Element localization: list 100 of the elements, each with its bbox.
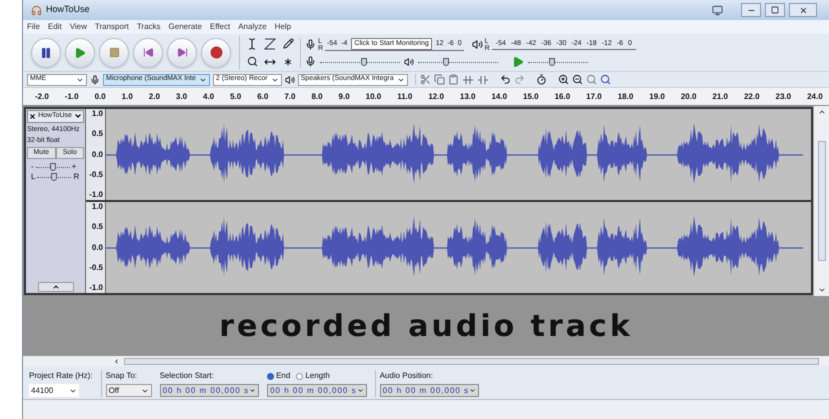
record-button[interactable]	[201, 38, 231, 68]
overlay-caption: recorded audio track	[219, 308, 633, 346]
paste-icon[interactable]	[448, 74, 459, 85]
undo-icon[interactable]	[500, 74, 511, 85]
scale-label: -1.0	[89, 284, 103, 292]
ruler-label: 0.0	[94, 90, 106, 102]
play-button[interactable]	[65, 38, 95, 68]
ruler-label: 18.0	[618, 90, 634, 102]
snap-to-dropdown[interactable]: Off	[106, 384, 152, 397]
menu-item[interactable]: Tracks	[136, 21, 161, 33]
ruler-label: 8.0	[311, 90, 323, 102]
microphone-icon[interactable]	[305, 39, 316, 50]
ruler-label: 13.0	[460, 90, 476, 102]
ruler-label: 20.0	[680, 90, 696, 102]
ruler-label: 17.0	[586, 90, 602, 102]
project-rate-dropdown[interactable]: 44100	[29, 384, 79, 397]
copy-icon[interactable]	[434, 74, 445, 85]
scale-label: -0.5	[89, 170, 103, 179]
fit-selection-icon[interactable]	[586, 74, 597, 85]
ruler-label: 9.0	[338, 90, 350, 102]
play-icon	[74, 46, 86, 58]
menu-item[interactable]: View	[70, 21, 87, 33]
pencil-icon	[282, 38, 294, 49]
stop-button[interactable]	[99, 38, 129, 68]
menu-item[interactable]: Help	[274, 21, 292, 33]
maximize-button[interactable]	[765, 3, 785, 17]
timer-icon[interactable]	[536, 74, 547, 85]
ruler-label: -1.0	[64, 90, 79, 102]
ruler-label: 10.0	[366, 90, 382, 102]
ruler-label: 15.0	[523, 90, 539, 102]
skip-start-button[interactable]	[133, 38, 163, 68]
zoom-in-icon[interactable]	[558, 74, 569, 85]
maximize-icon	[771, 6, 779, 14]
menu-item[interactable]: Effect	[210, 21, 230, 33]
caret-icon	[249, 387, 256, 394]
menu-item[interactable]: Transport	[94, 21, 129, 33]
time-value: 00 h 00 m 00,000 s	[162, 384, 250, 396]
time-field[interactable]: 00 h 00 m 00,000 s	[380, 384, 480, 397]
ruler-label: 2.0	[148, 90, 160, 102]
scissors-icon[interactable]	[420, 74, 431, 85]
menu-item[interactable]: Edit	[48, 21, 62, 33]
envelope-icon	[264, 38, 276, 50]
fit-project-icon[interactable]	[600, 74, 611, 85]
recording-volume-slider[interactable]	[320, 58, 400, 66]
pause-button[interactable]	[31, 38, 61, 68]
collapse-track-button[interactable]	[38, 282, 74, 292]
caret-icon	[356, 387, 364, 394]
speaker-icon[interactable]	[472, 39, 483, 50]
scale-label: -0.5	[89, 264, 103, 272]
window-title: HowToUse	[46, 3, 90, 16]
horizontal-scrollbar[interactable]	[23, 356, 829, 366]
close-track-icon[interactable]	[29, 112, 36, 120]
playback-volume-slider[interactable]	[418, 58, 498, 66]
play-at-speed-icon[interactable]	[512, 56, 524, 68]
screen-icon[interactable]	[712, 4, 723, 16]
scale-label: 0.5	[92, 130, 103, 138]
ruler-label: 12.0	[428, 90, 444, 102]
radio-button[interactable]	[296, 372, 304, 380]
gain-slider[interactable]	[36, 163, 70, 171]
scale-label: 0.5	[92, 223, 103, 232]
time-value: 00 h 00 m 00,000 s	[382, 384, 470, 396]
silence-icon[interactable]	[476, 74, 489, 84]
trim-icon[interactable]	[462, 74, 474, 84]
vertical-scrollbar[interactable]	[813, 106, 829, 296]
asterisk-icon	[282, 56, 294, 68]
scroll-down-icon[interactable]	[818, 286, 826, 294]
stop-icon	[108, 47, 120, 58]
time-field[interactable]: 00 h 00 m 00,000 s	[160, 384, 260, 397]
speaker-icon	[404, 56, 414, 66]
scale-label: 1.0	[92, 110, 103, 118]
time-value: 00 h 00 m 00,000 s	[270, 384, 357, 396]
ruler-label: 19.0	[649, 90, 665, 102]
skip-end-button[interactable]	[167, 38, 197, 68]
collapse-icon	[52, 283, 60, 291]
envelope-tool[interactable]	[262, 36, 278, 52]
menu-item[interactable]: Analyze	[238, 21, 267, 33]
slider-max-label: +	[72, 163, 76, 171]
text-cursor-icon	[246, 38, 258, 50]
menu-item[interactable]: File	[27, 21, 40, 33]
ruler-label: 22.0	[744, 90, 760, 102]
zoom-out-icon[interactable]	[572, 74, 583, 85]
pause-icon	[40, 46, 52, 58]
menu-item[interactable]: Generate	[168, 21, 202, 33]
app-icon	[31, 4, 42, 16]
microphone-icon	[90, 74, 100, 84]
field-label: Snap To:	[106, 370, 138, 382]
minimize-button[interactable]	[741, 3, 761, 17]
radio-button[interactable]	[267, 372, 274, 380]
slider-min-label: L	[31, 173, 36, 181]
scroll-left-icon[interactable]	[113, 358, 120, 364]
timeline-ruler[interactable]: -2.0 -1.0 0.0 1.0 2.0 3.0 4.0 5.0 6.0 7.0 8.0 9.0 10.0 11.0 12.0 13.0 14.0 15.0 16.0 17.0 18.0 19.0 20.0 21.0 22.0 23.0 24.0	[23, 88, 829, 106]
caret-icon	[469, 387, 476, 394]
scroll-up-icon[interactable]	[818, 108, 826, 116]
pan-slider[interactable]	[37, 173, 72, 181]
close-button[interactable]	[789, 3, 817, 17]
ruler-label: 5.0	[230, 90, 242, 102]
skip-end-icon	[176, 47, 188, 58]
ruler-label: 16.0	[554, 90, 570, 102]
time-field[interactable]: 00 h 00 m 00,000 s	[267, 384, 367, 397]
play-speed-slider[interactable]	[528, 58, 588, 66]
